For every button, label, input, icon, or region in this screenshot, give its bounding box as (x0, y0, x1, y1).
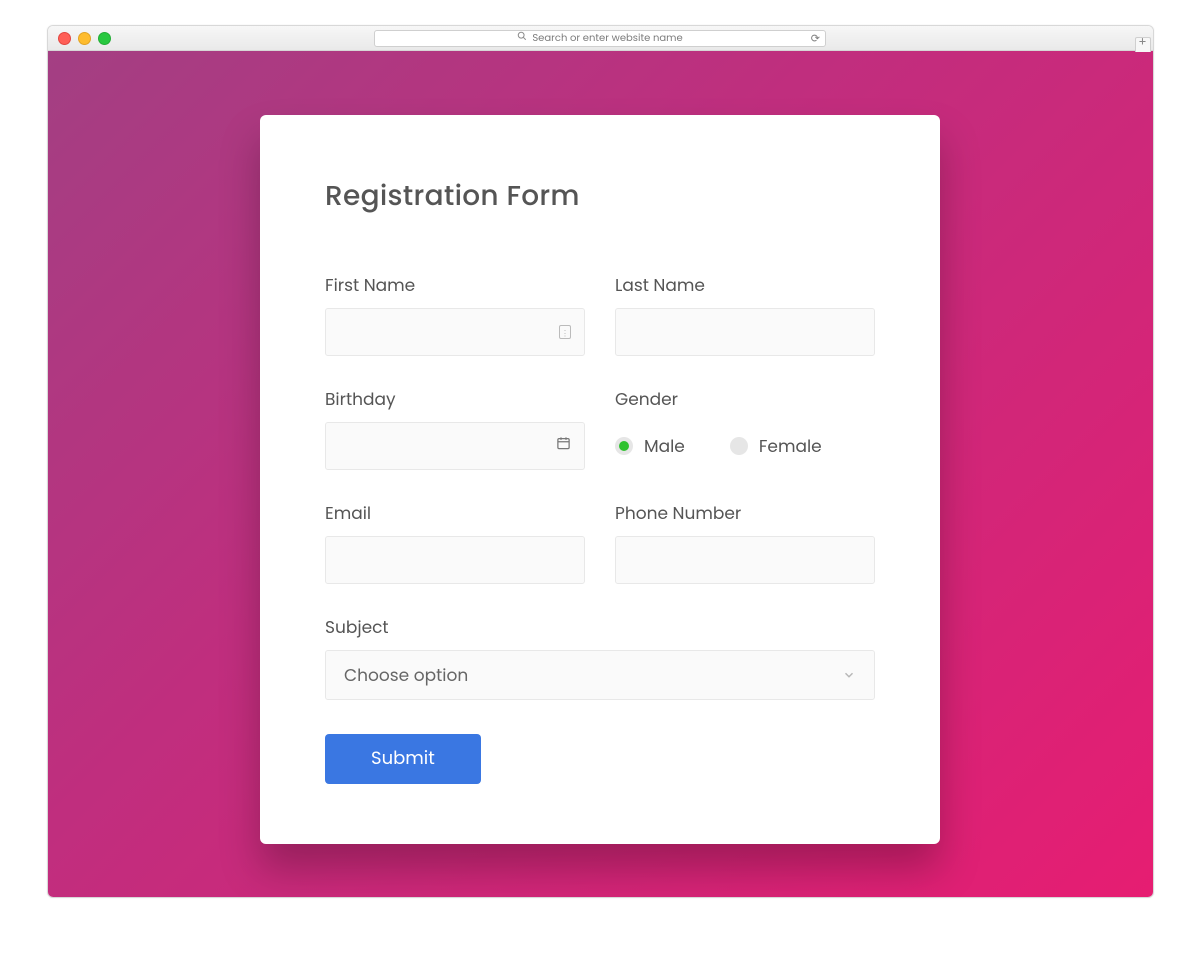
first-name-label: First Name (325, 272, 585, 298)
subject-selected-value: Choose option (344, 662, 468, 688)
subject-label: Subject (325, 614, 875, 640)
browser-titlebar: Search or enter website name ⟳ + (48, 26, 1153, 51)
submit-button[interactable]: Submit (325, 734, 481, 784)
field-birthday: Birthday (325, 386, 585, 470)
gender-option-male[interactable]: Male (615, 433, 685, 459)
last-name-input[interactable] (615, 308, 875, 356)
gender-option-label: Female (759, 433, 822, 459)
radio-icon (615, 437, 633, 455)
address-bar[interactable]: Search or enter website name ⟳ (374, 30, 826, 47)
page-background: Registration Form First Name ⋮ Last Name (48, 51, 1153, 897)
birthday-input[interactable] (325, 422, 585, 470)
window-maximize-icon[interactable] (98, 32, 111, 45)
email-label: Email (325, 500, 585, 526)
gender-option-label: Male (644, 433, 685, 459)
browser-window: Search or enter website name ⟳ + Registr… (47, 25, 1154, 898)
field-phone: Phone Number (615, 500, 875, 584)
registration-card: Registration Form First Name ⋮ Last Name (260, 115, 940, 844)
field-last-name: Last Name (615, 272, 875, 356)
window-minimize-icon[interactable] (78, 32, 91, 45)
gender-label: Gender (615, 386, 875, 412)
address-bar-placeholder: Search or enter website name (532, 30, 682, 46)
last-name-label: Last Name (615, 272, 875, 298)
new-tab-button[interactable]: + (1135, 37, 1151, 52)
refresh-icon[interactable]: ⟳ (811, 33, 820, 44)
birthday-label: Birthday (325, 386, 585, 412)
field-first-name: First Name ⋮ (325, 272, 585, 356)
field-gender: Gender Male Female (615, 386, 875, 470)
search-icon (517, 30, 527, 46)
phone-label: Phone Number (615, 500, 875, 526)
phone-input[interactable] (615, 536, 875, 584)
field-email: Email (325, 500, 585, 584)
window-close-icon[interactable] (58, 32, 71, 45)
radio-icon (730, 437, 748, 455)
email-input[interactable] (325, 536, 585, 584)
first-name-input[interactable] (325, 308, 585, 356)
form-title: Registration Form (325, 175, 875, 217)
gender-option-female[interactable]: Female (730, 433, 822, 459)
field-subject: Subject Choose option (325, 614, 875, 700)
chevron-down-icon (842, 668, 856, 682)
subject-select[interactable]: Choose option (325, 650, 875, 700)
